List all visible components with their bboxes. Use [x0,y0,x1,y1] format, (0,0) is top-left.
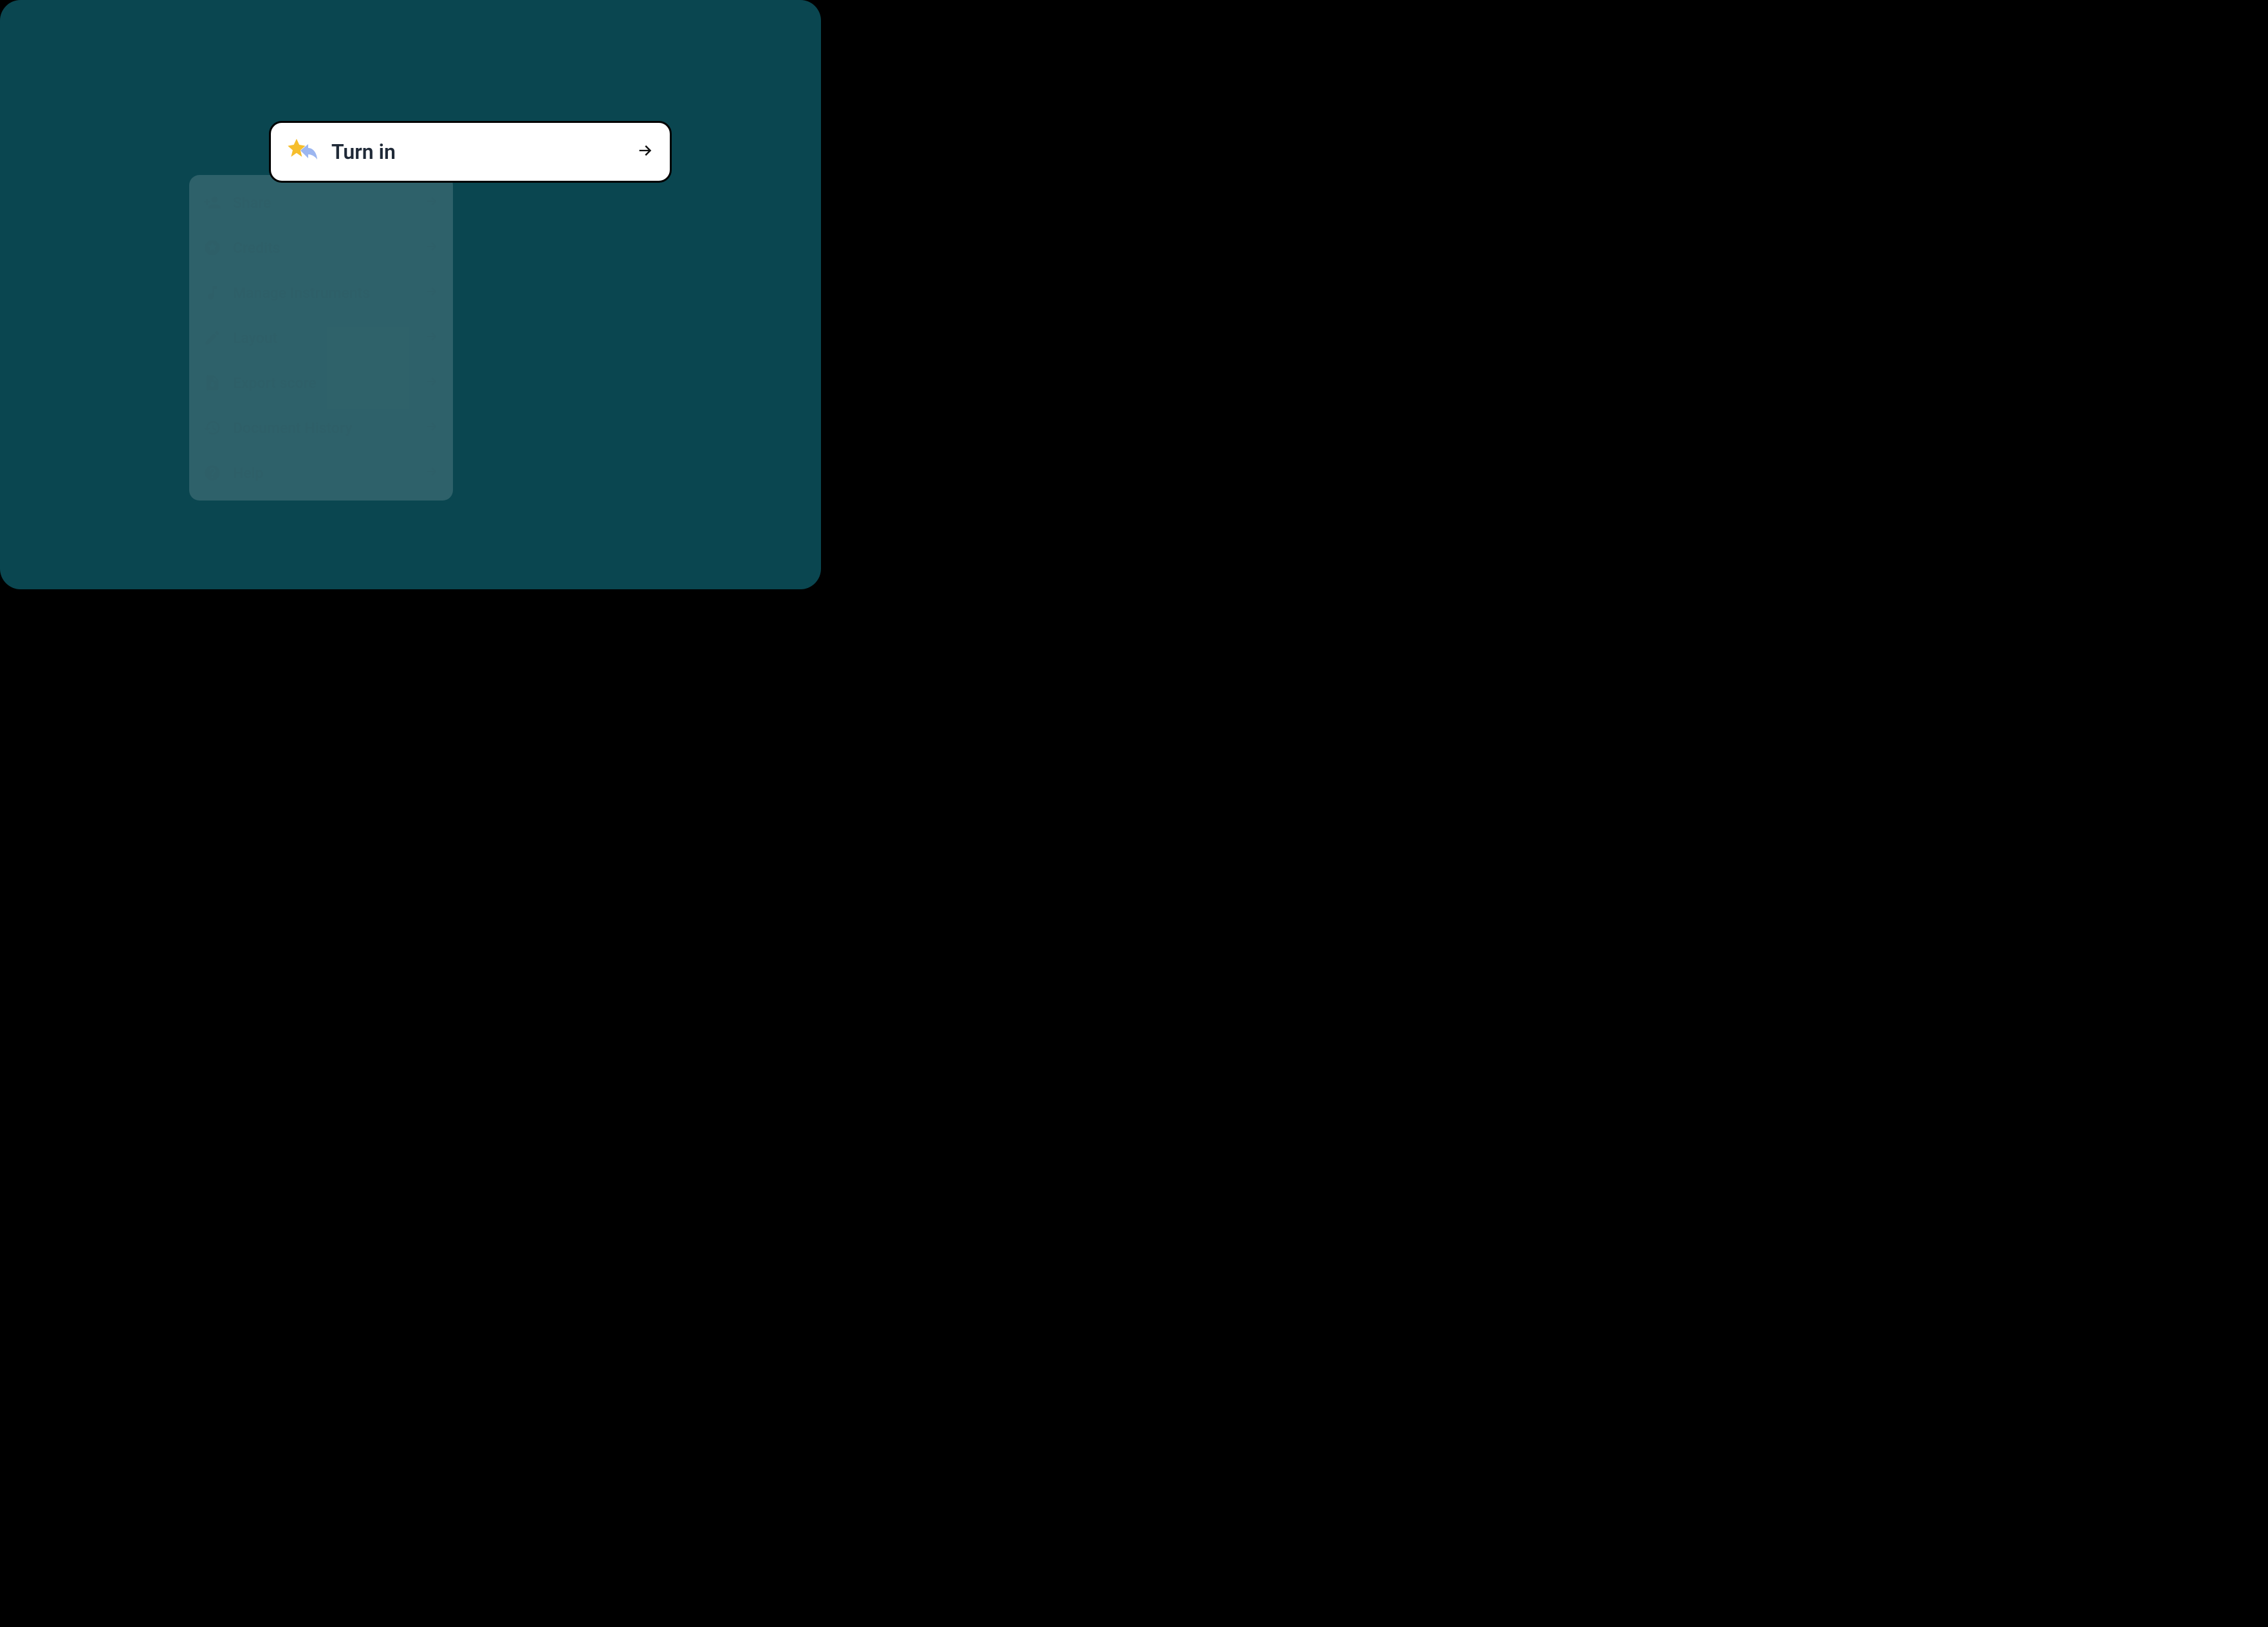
menu-item-help[interactable]: Help [189,450,453,495]
arrow-right-icon [425,239,439,256]
arrow-right-icon [425,464,439,481]
help-circle-icon [203,464,221,482]
menu-item-label: Credits [233,239,425,257]
menu-item-label: Export score [233,374,425,392]
menu-item-layout[interactable]: Layout [189,315,453,360]
person-add-icon [203,194,221,212]
arrow-right-icon [636,142,654,162]
menu-item-export-score[interactable]: Export score [189,360,453,405]
pencil-icon [203,329,221,347]
menu-item-label: Help [233,464,425,482]
arrow-right-icon [425,194,439,211]
turn-in-label: Turn in [331,140,636,164]
music-note-icon [203,284,221,302]
menu-item-label: Manage Instruments [233,284,425,302]
arrow-right-icon [425,329,439,346]
menu-item-share[interactable]: Share [189,180,453,225]
menu-item-manage-instruments[interactable]: Manage Instruments [189,270,453,315]
menu-item-label: Share [233,194,425,212]
context-menu: Share Credits Manage Instruments [189,175,453,501]
star-circle-icon [203,239,221,257]
turn-in-share-icon [286,138,322,166]
app-stage: Turn in Share Credits [0,0,821,589]
arrow-right-icon [425,374,439,391]
menu-item-label: Document History [233,419,425,437]
history-icon [203,419,221,437]
arrow-right-icon [425,284,439,301]
file-download-icon [203,374,221,392]
menu-item-credits[interactable]: Credits [189,225,453,270]
turn-in-button[interactable]: Turn in [269,121,672,183]
menu-item-document-history[interactable]: Document History [189,405,453,450]
arrow-right-icon [425,419,439,436]
menu-item-label: Layout [233,329,425,347]
